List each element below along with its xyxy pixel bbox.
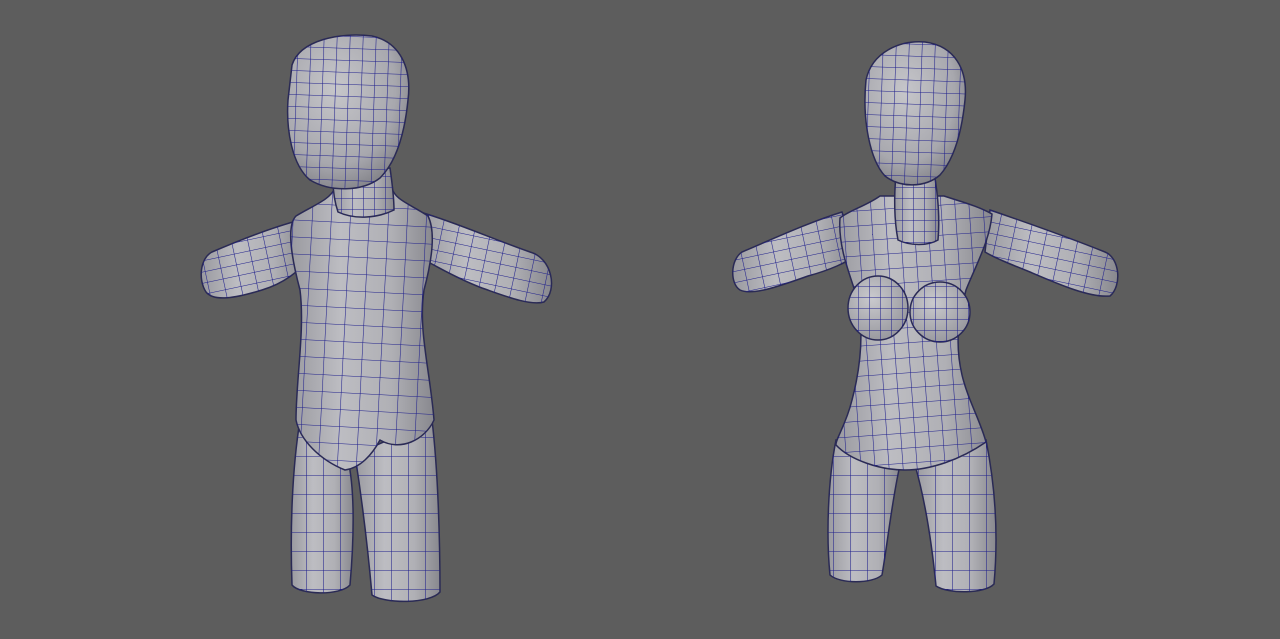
viewport-3d[interactable] bbox=[0, 0, 1280, 639]
female-left-breast[interactable] bbox=[847, 275, 909, 341]
viewport-background bbox=[0, 0, 1280, 639]
male-torso[interactable] bbox=[290, 187, 435, 471]
viewport-canvas[interactable] bbox=[0, 0, 1280, 639]
female-right-breast[interactable] bbox=[909, 281, 971, 343]
